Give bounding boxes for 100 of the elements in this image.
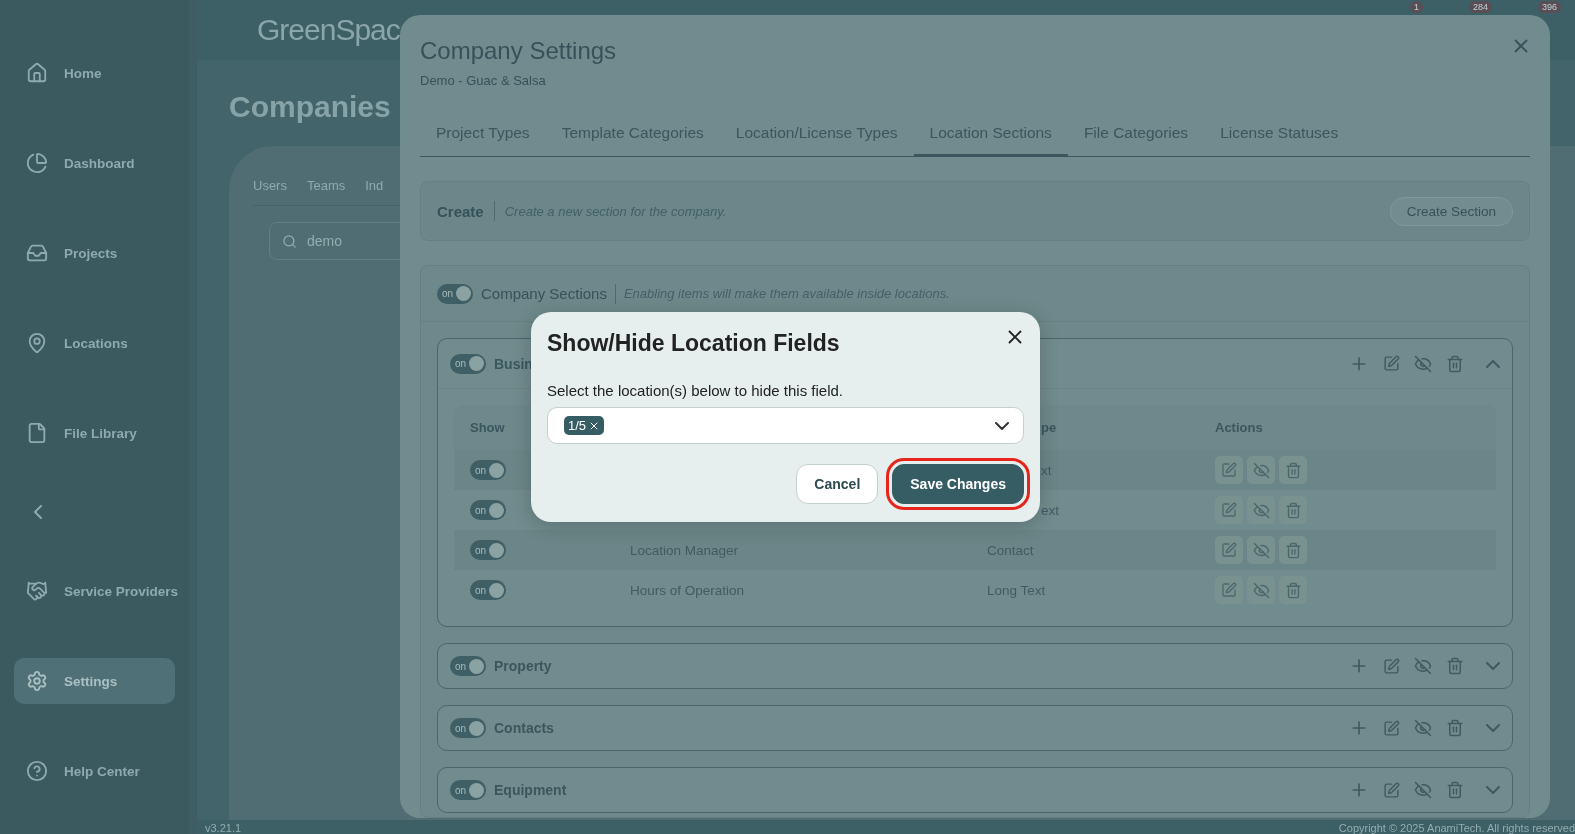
edit-icon (1221, 582, 1237, 598)
chevron-down-icon (1486, 724, 1500, 732)
delete-button[interactable] (1279, 576, 1307, 604)
edit-button[interactable] (1383, 719, 1400, 737)
edit-icon (1221, 542, 1237, 558)
hide-button[interactable] (1247, 536, 1275, 564)
toggle-switch[interactable]: on (437, 283, 473, 304)
location-select[interactable]: 1/5 (547, 407, 1024, 444)
trash-icon (1446, 657, 1464, 675)
toggle-switch[interactable]: on (450, 780, 486, 800)
delete-button[interactable] (1446, 781, 1464, 799)
tab[interactable]: License Statuses (1204, 114, 1355, 157)
edit-button[interactable] (1215, 496, 1243, 524)
toggle-switch[interactable]: on (470, 500, 506, 520)
toggle-switch[interactable]: on (450, 718, 486, 738)
eye-off-icon (1414, 719, 1432, 737)
sidebar-item[interactable]: Home (14, 50, 175, 96)
hide-button[interactable] (1414, 781, 1432, 799)
trash-icon (1446, 781, 1464, 799)
handshake-icon (26, 580, 48, 602)
sidebar-item[interactable]: File Library (14, 410, 175, 456)
expand-button[interactable] (1486, 359, 1500, 368)
edit-icon (1383, 355, 1400, 372)
edit-icon (1221, 462, 1237, 478)
tab[interactable]: Users (253, 178, 287, 193)
expand-button[interactable] (1486, 786, 1500, 794)
hide-button[interactable] (1247, 576, 1275, 604)
tab[interactable]: Location Sections (913, 114, 1068, 157)
hide-button[interactable] (1247, 496, 1275, 524)
map-pin-icon (26, 332, 48, 354)
edit-button[interactable] (1215, 536, 1243, 564)
field-label: Select the location(s) below to hide this field. (547, 382, 844, 399)
version-text: v3.21.1 (205, 823, 242, 834)
toggle-switch[interactable]: on (470, 460, 506, 480)
hide-button[interactable] (1414, 657, 1432, 675)
chevron-up-icon (1486, 359, 1500, 368)
expand-button[interactable] (1486, 662, 1500, 670)
notification-badge: 284 (1468, 1, 1492, 13)
chevron-down-icon (1486, 786, 1500, 794)
tab[interactable]: Teams (306, 178, 346, 193)
edit-button[interactable] (1215, 456, 1243, 484)
edit-icon (1383, 781, 1400, 799)
delete-button[interactable] (1279, 496, 1307, 524)
sidebar-item[interactable]: Locations (14, 320, 175, 366)
hide-button[interactable] (1414, 719, 1432, 737)
modal-title: Company Settings (420, 37, 617, 65)
sidebar-item[interactable]: Projects (14, 230, 175, 276)
selected-tag[interactable]: 1/5 (564, 416, 605, 435)
trash-icon (1284, 501, 1302, 519)
toggle-switch[interactable]: on (470, 540, 506, 560)
edit-button[interactable] (1383, 657, 1400, 675)
delete-button[interactable] (1279, 536, 1307, 564)
section-title: Equipment (494, 782, 567, 798)
copyright-text: Copyright © 2025 AnamiTech. All rights reserved (1338, 823, 1575, 834)
tab[interactable]: Template Categories (545, 114, 720, 157)
chevron-down-icon (995, 421, 1009, 430)
delete-button[interactable] (1279, 456, 1307, 484)
dialog-title: Show/Hide Location Fields (547, 330, 840, 357)
edit-icon (1383, 719, 1400, 737)
modal-subtitle: Demo - Guac & Salsa (420, 73, 547, 88)
trash-icon (1446, 719, 1464, 737)
logo: GreenSpac (257, 13, 400, 47)
trash-icon (1284, 581, 1302, 599)
file-icon (26, 422, 48, 444)
hide-button[interactable] (1247, 456, 1275, 484)
tab[interactable]: Project Types (420, 114, 546, 157)
notification-badge: 1 (1409, 1, 1423, 13)
page-title: Companies (229, 90, 391, 124)
delete-button[interactable] (1446, 719, 1464, 737)
hide-button[interactable] (1414, 354, 1432, 373)
section-title: Busin (494, 355, 533, 372)
sidebar-item[interactable]: Help Center (14, 748, 175, 794)
delete-button[interactable] (1446, 354, 1464, 373)
tab[interactable]: Location/License Types (719, 114, 914, 157)
edit-icon (1221, 502, 1237, 518)
create-section-button[interactable]: Create Section (1389, 196, 1513, 226)
toggle-switch[interactable]: on (450, 656, 486, 676)
eye-off-icon (1414, 354, 1432, 373)
inbox-icon (26, 242, 48, 264)
cancel-button[interactable]: Cancel (796, 464, 879, 504)
expand-button[interactable] (1486, 724, 1500, 732)
sidebar-item[interactable]: Dashboard (14, 140, 175, 186)
home-icon (26, 62, 48, 84)
sidebar-item[interactable]: Settings (14, 658, 175, 704)
trash-icon (1284, 541, 1302, 559)
tab[interactable]: File Categories (1067, 114, 1205, 157)
edit-button[interactable] (1383, 355, 1400, 372)
eye-off-icon (1414, 657, 1432, 675)
delete-button[interactable] (1446, 657, 1464, 675)
section-title: Contacts (494, 720, 554, 736)
eye-off-icon (1252, 541, 1270, 559)
help-icon (26, 760, 48, 782)
edit-button[interactable] (1383, 781, 1400, 799)
settings-icon (26, 670, 48, 692)
toggle-switch[interactable]: on (450, 353, 486, 374)
toggle-switch[interactable]: on (470, 580, 506, 600)
edit-button[interactable] (1215, 576, 1243, 604)
tab[interactable]: Ind (365, 178, 384, 193)
panel-title: Company Sections (481, 285, 607, 302)
trash-icon (1284, 461, 1302, 479)
